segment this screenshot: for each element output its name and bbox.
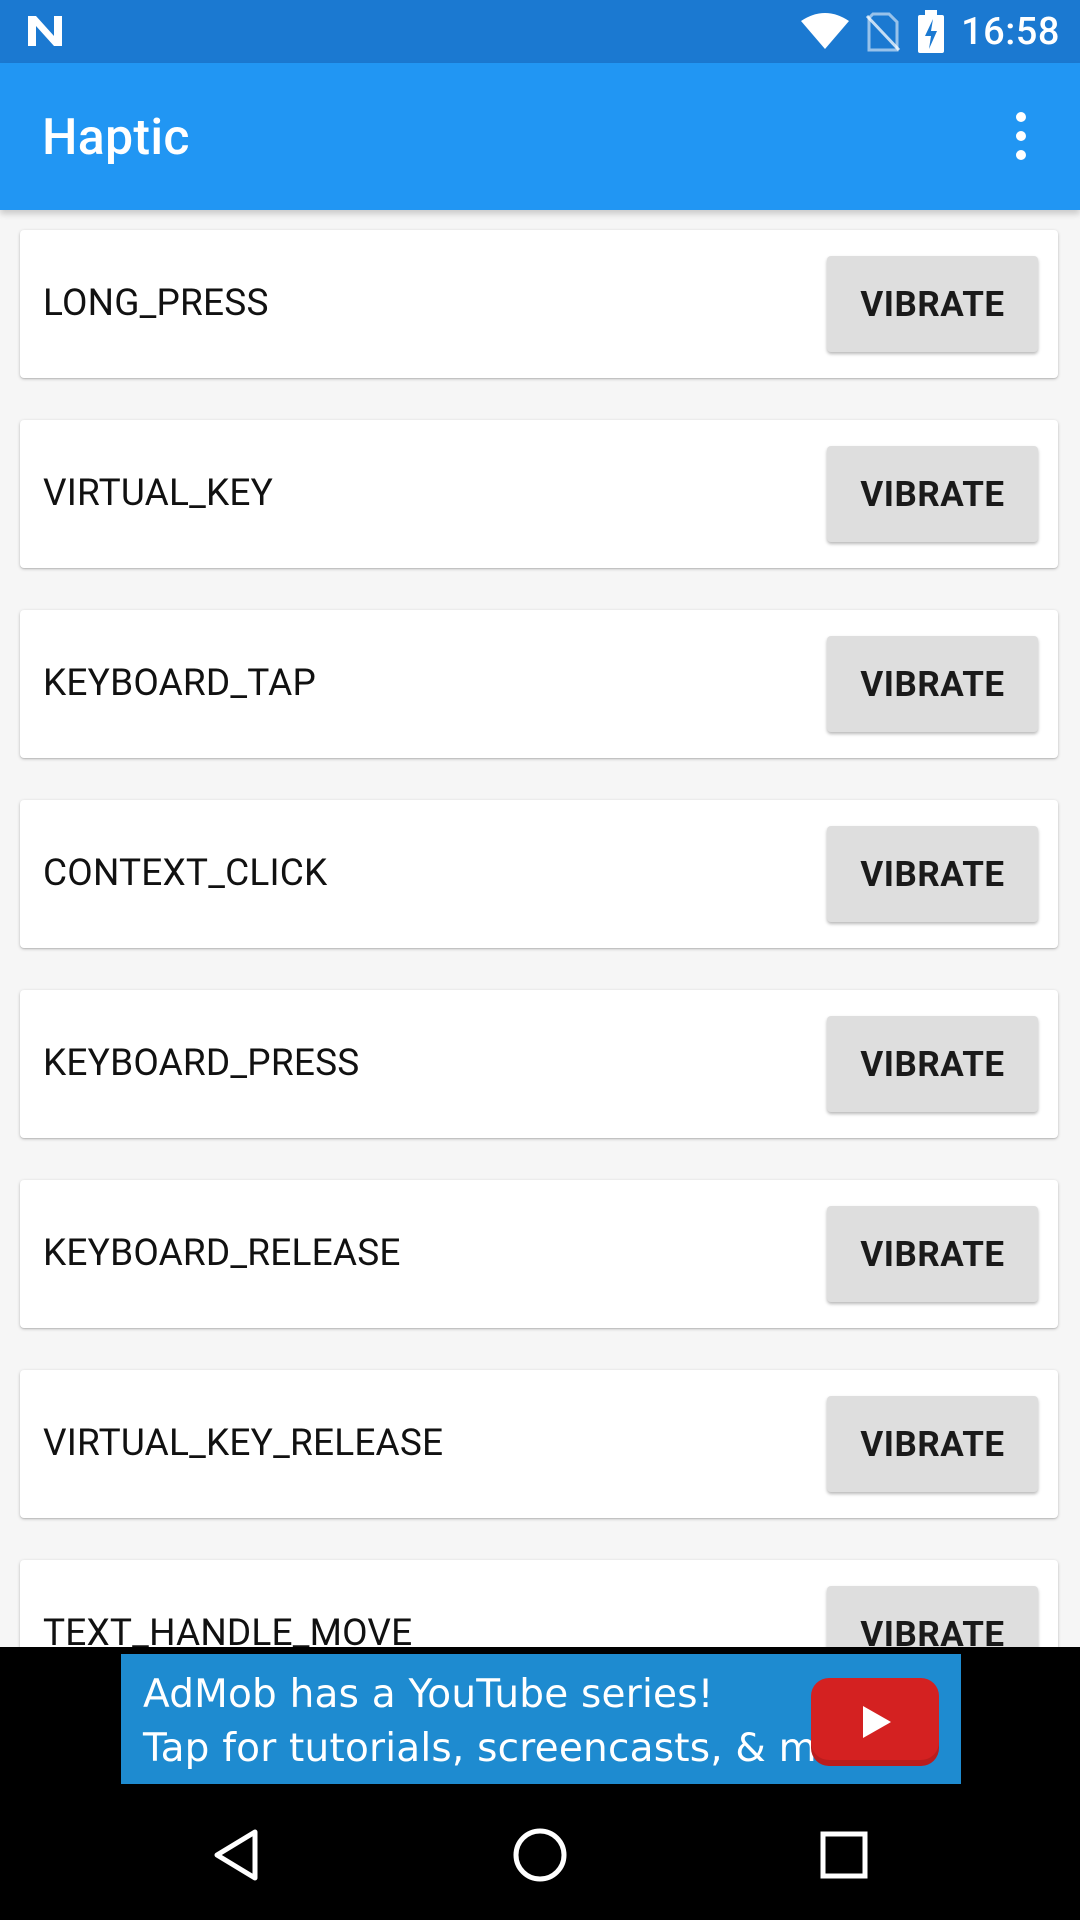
list-item: TEXT_HANDLE_MOVE VIBRATE: [20, 1560, 1058, 1647]
battery-charging-icon: [918, 9, 945, 53]
list-item: VIRTUAL_KEY VIBRATE: [20, 420, 1058, 568]
ad-line-2: Tap for tutorials, screencasts, & more.: [143, 1726, 894, 1771]
notification-n-icon: [28, 16, 62, 46]
haptic-label: VIRTUAL_KEY_RELEASE: [43, 1422, 444, 1465]
vibrate-button[interactable]: VIBRATE: [827, 636, 1038, 732]
list-item: KEYBOARD_PRESS VIBRATE: [20, 990, 1058, 1138]
home-icon[interactable]: [500, 1815, 580, 1895]
status-bar: 16:58: [0, 0, 1080, 63]
list-item: CONTEXT_CLICK VIBRATE: [20, 800, 1058, 948]
haptic-label: LONG_PRESS: [43, 282, 269, 325]
vibrate-button[interactable]: VIBRATE: [827, 256, 1038, 352]
vibrate-button[interactable]: VIBRATE: [827, 1396, 1038, 1492]
haptic-label: KEYBOARD_TAP: [43, 662, 317, 705]
list-item: KEYBOARD_RELEASE VIBRATE: [20, 1180, 1058, 1328]
vibrate-button[interactable]: VIBRATE: [827, 1586, 1038, 1647]
vibrate-button[interactable]: VIBRATE: [827, 1206, 1038, 1302]
ad-banner[interactable]: AdMob has a YouTube series! Tap for tuto…: [121, 1654, 961, 1784]
vibrate-button[interactable]: VIBRATE: [827, 1016, 1038, 1112]
vibrate-button[interactable]: VIBRATE: [827, 826, 1038, 922]
haptic-label: KEYBOARD_PRESS: [43, 1042, 360, 1085]
recents-icon[interactable]: [804, 1815, 884, 1895]
haptic-label: KEYBOARD_RELEASE: [43, 1232, 401, 1275]
more-vert-icon[interactable]: [986, 101, 1056, 171]
app-bar: Haptic: [0, 63, 1080, 210]
youtube-play-icon: [811, 1678, 939, 1766]
list-item: VIRTUAL_KEY_RELEASE VIBRATE: [20, 1370, 1058, 1518]
ad-area: AdMob has a YouTube series! Tap for tuto…: [0, 1647, 1080, 1790]
list-item: KEYBOARD_TAP VIBRATE: [20, 610, 1058, 758]
ad-line-1: AdMob has a YouTube series!: [143, 1672, 714, 1717]
page-title: Haptic: [42, 109, 190, 167]
list-item: LONG_PRESS VIBRATE: [20, 230, 1058, 378]
haptic-list[interactable]: LONG_PRESS VIBRATE VIRTUAL_KEY VIBRATE K…: [0, 210, 1080, 1647]
vibrate-button[interactable]: VIBRATE: [827, 446, 1038, 542]
haptic-label: TEXT_HANDLE_MOVE: [43, 1612, 413, 1647]
navigation-bar: [0, 1790, 1080, 1920]
no-sim-icon: [865, 12, 901, 51]
haptic-label: CONTEXT_CLICK: [43, 852, 328, 895]
back-icon[interactable]: [196, 1815, 276, 1895]
wifi-icon: [801, 12, 850, 49]
haptic-label: VIRTUAL_KEY: [43, 472, 274, 515]
status-time: 16:58: [961, 9, 1060, 54]
ad-text: AdMob has a YouTube series! Tap for tuto…: [143, 1668, 893, 1776]
